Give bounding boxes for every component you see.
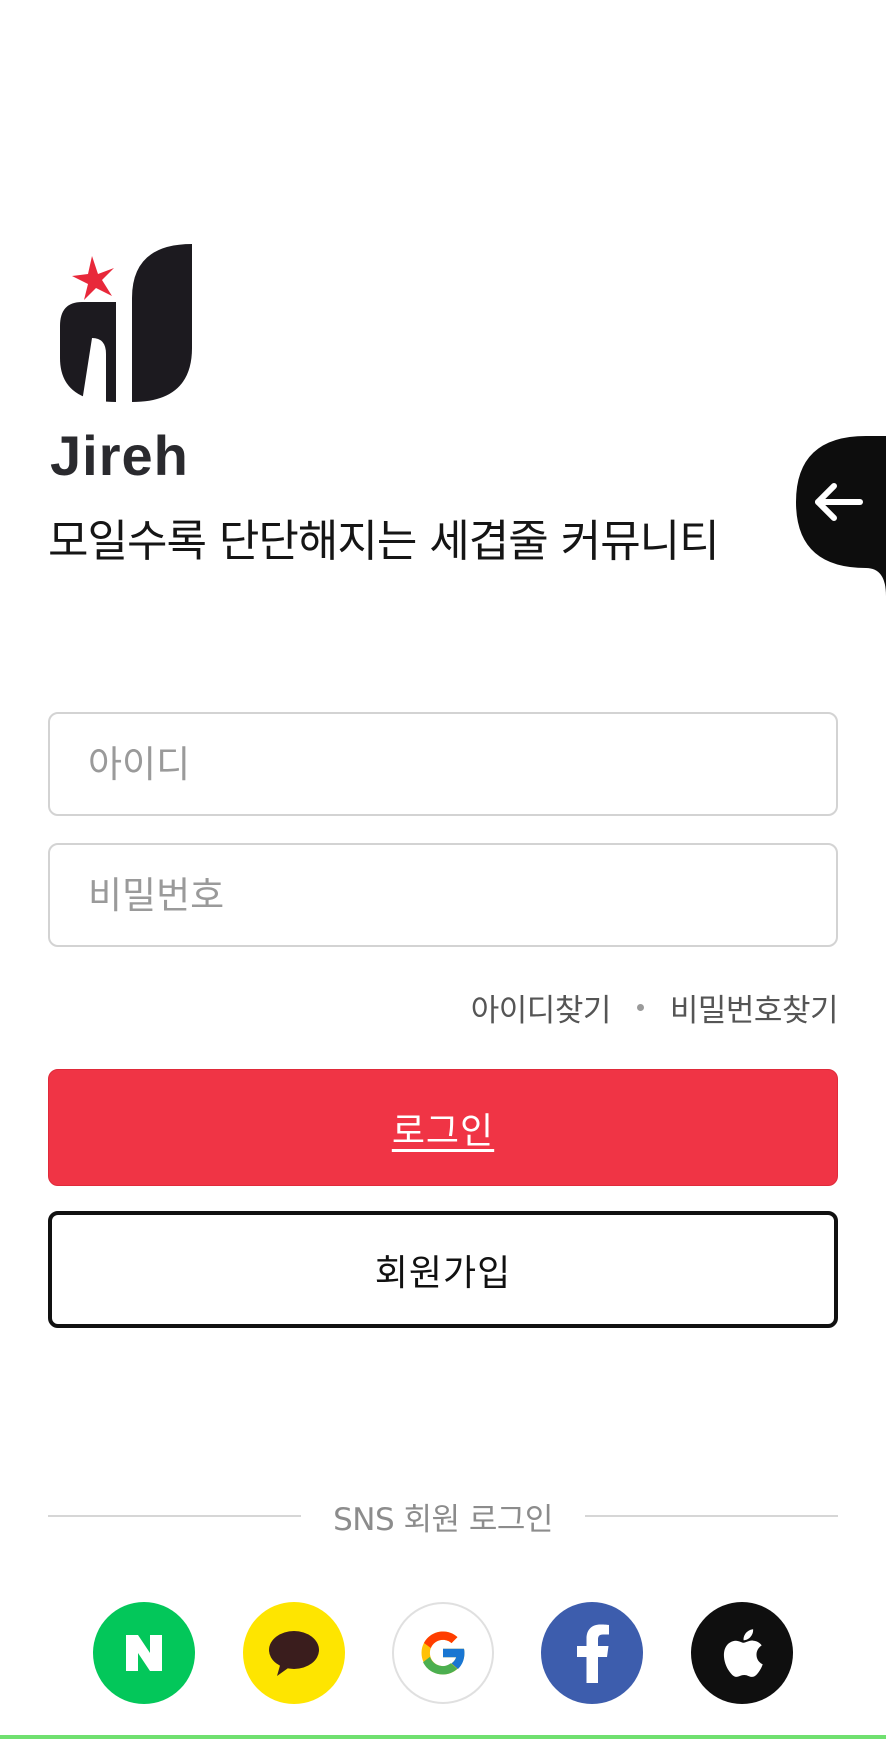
divider-line-left: [48, 1515, 302, 1517]
password-input[interactable]: [48, 843, 838, 947]
facebook-login-button[interactable]: [541, 1602, 643, 1704]
back-tab-shape: [796, 408, 886, 596]
bottom-edge-line: [0, 1735, 886, 1739]
sns-login-label: SNS 회원 로그인: [333, 1501, 553, 1538]
separator-dot: [636, 1004, 644, 1011]
apple-icon: [723, 1629, 763, 1677]
divider-line-right: [584, 1515, 839, 1517]
signup-button[interactable]: 회원가입: [48, 1211, 838, 1328]
brand-name: Jireh: [50, 424, 189, 487]
login-button-label: 로그인: [391, 1110, 495, 1152]
kakao-icon: [269, 1631, 319, 1676]
naver-login-button[interactable]: [93, 1602, 195, 1704]
kakao-login-button[interactable]: [243, 1602, 345, 1704]
find-password-link[interactable]: 비밀번호찾기: [670, 985, 839, 1030]
google-icon: [421, 1631, 466, 1675]
back-button[interactable]: [768, 408, 886, 596]
naver-icon: [126, 1635, 162, 1671]
find-account-links: 아이디찾기 비밀번호찾기: [471, 985, 839, 1030]
signup-button-label: 회원가입: [374, 1252, 512, 1294]
tagline: 모일수록 단단해지는 세겹줄 커뮤니티: [48, 516, 720, 567]
facebook-icon: [577, 1624, 609, 1683]
sns-login-buttons: [93, 1602, 793, 1706]
apple-login-button[interactable]: [691, 1602, 793, 1704]
find-id-link[interactable]: 아이디찾기: [471, 985, 612, 1030]
id-input[interactable]: [48, 712, 838, 816]
google-login-button[interactable]: [392, 1602, 494, 1704]
logo-mark-icon: [60, 244, 192, 402]
sns-divider: SNS 회원 로그인: [48, 1491, 839, 1541]
login-button[interactable]: 로그인: [48, 1069, 838, 1186]
